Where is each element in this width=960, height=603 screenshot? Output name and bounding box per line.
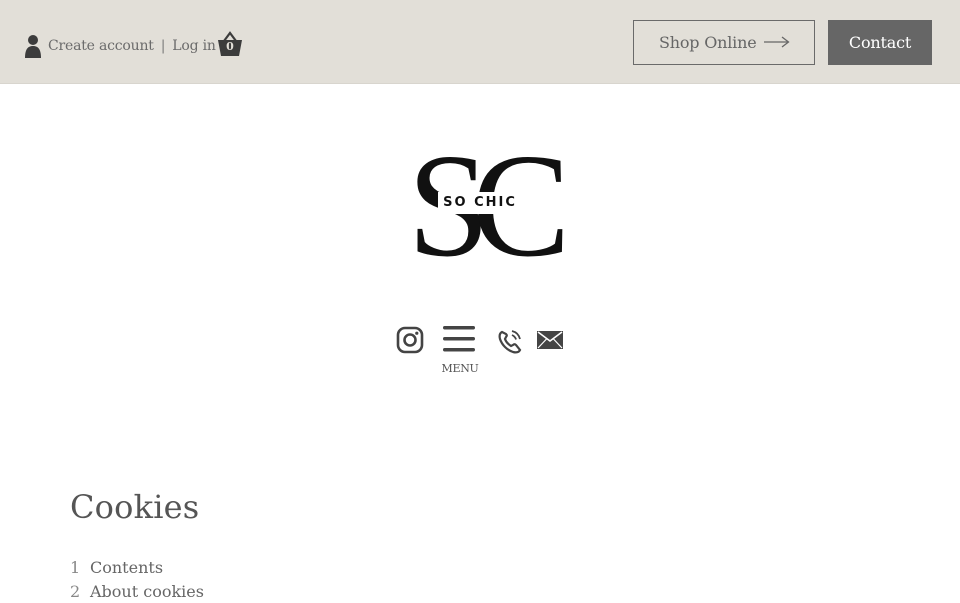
toc-link-about-cookies[interactable]: About cookies	[90, 582, 204, 601]
arrow-right-icon	[764, 36, 790, 48]
menu-label: MENU	[441, 362, 479, 375]
mail-icon[interactable]	[537, 330, 563, 350]
shop-online-button[interactable]: Shop Online	[633, 20, 815, 65]
top-bar: Create account | Log in 0 Shop Online Co…	[0, 0, 960, 84]
logo-tagline: SO CHIC	[443, 195, 517, 210]
account-links: Create account | Log in	[24, 33, 216, 59]
cart-count: 0	[226, 40, 234, 53]
cart-button[interactable]: 0	[217, 30, 243, 58]
hamburger-menu-icon	[443, 326, 475, 352]
instagram-icon[interactable]	[396, 326, 424, 354]
toc-item[interactable]: 1 Contents	[70, 555, 204, 579]
user-icon	[25, 35, 41, 58]
menu-button[interactable]: MENU	[438, 322, 480, 378]
login-link[interactable]: Log in	[172, 38, 216, 54]
table-of-contents: 1 Contents 2 About cookies	[70, 555, 204, 603]
account-separator: |	[160, 38, 166, 54]
toc-item[interactable]: 2 About cookies	[70, 579, 204, 603]
toc-link-contents[interactable]: Contents	[90, 558, 163, 577]
shop-online-label: Shop Online	[659, 33, 757, 52]
so-chic-logo[interactable]: SC SO CHIC	[380, 140, 580, 270]
phone-icon[interactable]	[496, 328, 524, 356]
create-account-link[interactable]: Create account	[48, 38, 154, 54]
contact-button[interactable]: Contact	[828, 20, 932, 65]
toc-number: 2	[70, 581, 81, 601]
page-title: Cookies	[70, 488, 200, 526]
toc-number: 1	[70, 557, 81, 577]
social-icon-row: MENU	[394, 322, 574, 382]
contact-label: Contact	[848, 33, 912, 52]
